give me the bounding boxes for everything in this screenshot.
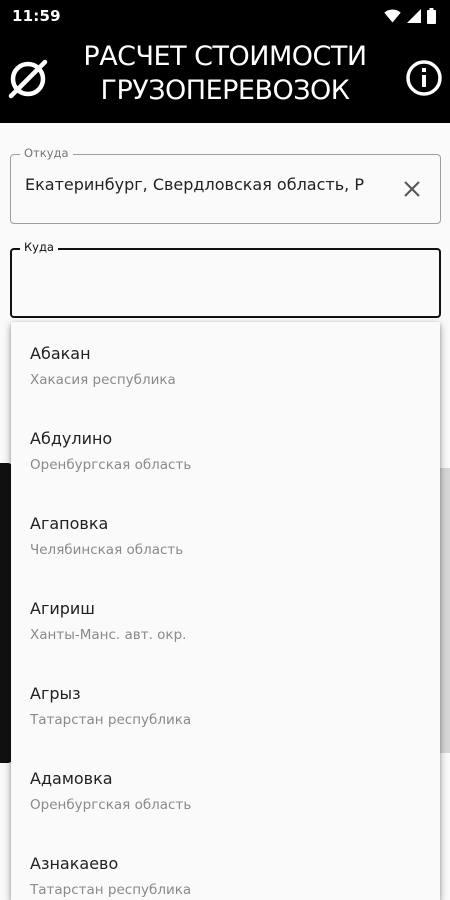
- list-item[interactable]: Абакан Хакасия республика: [11, 322, 440, 407]
- from-field-value[interactable]: Екатеринбург, Свердловская область, Р: [25, 175, 381, 194]
- suggestion-city: Адамовка: [30, 769, 113, 788]
- list-item[interactable]: Адамовка Оренбургская область: [11, 747, 440, 832]
- empty-set-icon[interactable]: [6, 56, 50, 100]
- app-bar: РАСЧЕТ СТОИМОСТИ ГРУЗОПЕРЕВОЗОК: [0, 32, 450, 123]
- title-line-2: ГРУЗОПЕРЕВОЗОК: [100, 75, 350, 106]
- to-field[interactable]: Куда: [10, 240, 441, 318]
- battery-icon: [427, 8, 436, 24]
- suggestion-region: Татарстан республика: [30, 712, 192, 728]
- clear-icon[interactable]: [401, 178, 423, 200]
- suggestion-region: Оренбургская область: [30, 457, 192, 473]
- status-time: 11:59: [12, 7, 61, 25]
- suggestion-city: Агириш: [30, 599, 95, 618]
- suggestion-region: Челябинская область: [30, 542, 184, 558]
- suggestion-city: Агаповка: [30, 514, 109, 533]
- suggestion-region: Оренбургская область: [30, 797, 192, 813]
- list-item[interactable]: Азнакаево Татарстан республика: [11, 832, 440, 900]
- suggestion-city: Агрыз: [30, 684, 81, 703]
- suggestion-region: Ханты-Манс. авт. окр.: [30, 627, 187, 643]
- status-bar: 11:59: [0, 0, 450, 32]
- list-item[interactable]: Абдулино Оренбургская область: [11, 407, 440, 492]
- list-item[interactable]: Агаповка Челябинская область: [11, 492, 440, 577]
- suggestion-city: Азнакаево: [30, 854, 119, 873]
- title-line-1: РАСЧЕТ СТОИМОСТИ: [83, 41, 367, 72]
- suggestion-city: Абдулино: [30, 429, 113, 448]
- list-item[interactable]: Агрыз Татарстан республика: [11, 662, 440, 747]
- wifi-icon: [384, 9, 401, 23]
- suggestions-dropdown: Абакан Хакасия республика Абдулино Оренб…: [11, 322, 440, 900]
- to-field-label: Куда: [20, 240, 58, 254]
- suggestion-region: Татарстан республика: [30, 882, 192, 898]
- from-field[interactable]: Откуда Екатеринбург, Свердловская област…: [10, 146, 441, 224]
- signal-icon: [407, 9, 421, 23]
- suggestion-region: Хакасия республика: [30, 372, 176, 388]
- list-item[interactable]: Агириш Ханты-Манс. авт. окр.: [11, 577, 440, 662]
- page-title: РАСЧЕТ СТОИМОСТИ ГРУЗОПЕРЕВОЗОК: [60, 40, 390, 108]
- from-field-label: Откуда: [20, 146, 73, 160]
- status-icons: [384, 8, 436, 24]
- info-icon[interactable]: [403, 57, 445, 99]
- suggestion-city: Абакан: [30, 344, 91, 363]
